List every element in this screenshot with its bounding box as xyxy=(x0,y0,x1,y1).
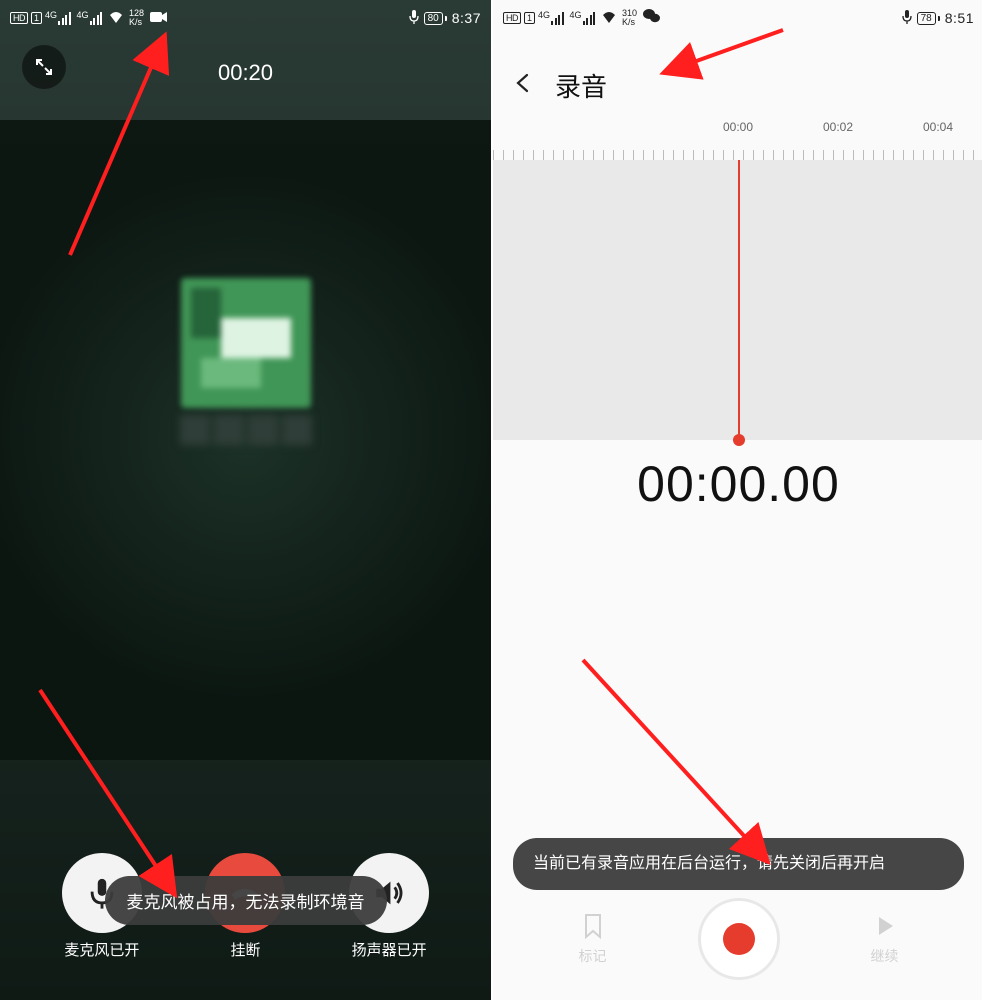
recorder-screen: HD 1 4G 4G 310K/s 78 8:51 录音 00:00 00:02… xyxy=(491,0,982,1000)
toast-message: 当前已有录音应用在后台运行，请先关闭后再开启 xyxy=(513,838,964,890)
status-bar: HD 1 4G 4G 128K/s 80 8:37 xyxy=(0,0,491,32)
hd-icon: HD xyxy=(10,12,28,24)
call-screen: HD 1 4G 4G 128K/s 80 8:37 00:20 麦克风已开 xyxy=(0,0,491,1000)
ruler-tick-label: 00:02 xyxy=(823,120,853,134)
sim-icon: 1 xyxy=(524,12,535,24)
playhead-needle xyxy=(738,160,740,440)
clock: 8:51 xyxy=(945,10,974,26)
call-timer: 00:20 xyxy=(0,60,491,86)
page-title: 录音 xyxy=(555,67,607,104)
sim-icon: 1 xyxy=(31,12,42,24)
mark-button[interactable]: 标记 xyxy=(579,913,607,966)
record-dot-icon xyxy=(723,923,755,955)
wifi-icon xyxy=(108,11,124,26)
hangup-label: 挂断 xyxy=(230,939,260,960)
recorder-controls: 标记 继续 xyxy=(493,898,982,980)
net-speed: 128K/s xyxy=(129,9,144,27)
signal-icon-2 xyxy=(583,12,596,25)
bookmark-icon xyxy=(582,913,604,942)
mic-icon xyxy=(902,10,912,27)
network-4g-label: 4G xyxy=(538,11,550,20)
battery-icon: 78 xyxy=(917,12,940,25)
network-4g-label-2: 4G xyxy=(77,11,89,20)
back-button[interactable] xyxy=(513,70,543,101)
hd-icon: HD xyxy=(503,12,521,24)
wifi-icon xyxy=(601,11,617,26)
continue-label: 继续 xyxy=(871,946,899,966)
net-speed: 310K/s xyxy=(622,9,637,27)
ruler-tick-label: 00:00 xyxy=(723,120,753,134)
signal-icon xyxy=(58,12,71,25)
camera-icon xyxy=(150,11,168,26)
mark-label: 标记 xyxy=(579,946,607,966)
time-ruler: 00:00 00:02 00:04 xyxy=(493,120,982,160)
network-4g-label-2: 4G xyxy=(570,11,582,20)
continue-button[interactable]: 继续 xyxy=(871,913,899,966)
network-4g-label: 4G xyxy=(45,11,57,20)
record-timer: 00:00.00 xyxy=(493,455,982,513)
speaker-label: 扬声器已开 xyxy=(352,939,427,960)
contact-name-blurred xyxy=(178,415,314,453)
ruler-tick-label: 00:04 xyxy=(923,120,953,134)
mic-icon xyxy=(409,10,419,27)
battery-icon: 80 xyxy=(424,12,447,25)
header: 录音 xyxy=(493,55,982,115)
signal-icon xyxy=(551,12,564,25)
mute-label: 麦克风已开 xyxy=(64,939,139,960)
record-button[interactable] xyxy=(698,898,780,980)
contact-avatar xyxy=(181,278,311,408)
wechat-icon xyxy=(643,9,661,27)
clock: 8:37 xyxy=(452,10,481,26)
play-icon xyxy=(874,913,896,942)
status-bar: HD 1 4G 4G 310K/s 78 8:51 xyxy=(493,0,982,32)
toast-message: 麦克风被占用，无法录制环境音 xyxy=(105,876,387,925)
signal-icon-2 xyxy=(90,12,103,25)
